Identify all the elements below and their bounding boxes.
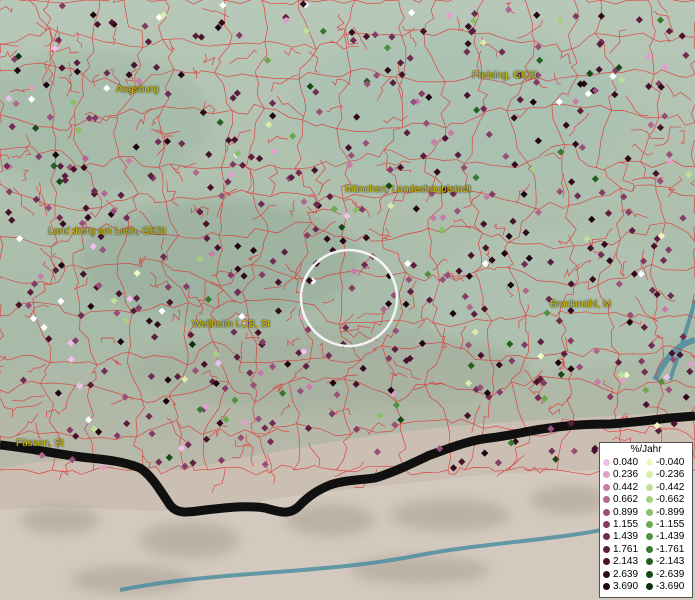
legend-label: 3.690 (613, 581, 639, 592)
legend-entry-positive: 0.899 (603, 507, 638, 519)
legend-entry-positive: 0.236 (603, 469, 638, 481)
legend-swatch (603, 508, 610, 516)
legend-entry-negative: -2.143 (646, 556, 684, 568)
legend-entry-positive: 3.690 (603, 581, 638, 593)
legend-entry-negative: -0.899 (646, 507, 684, 519)
city-label-freising: Freising, GKSt (472, 70, 538, 81)
legend-label: -0.662 (656, 494, 685, 506)
legend-label: -1.439 (656, 531, 685, 543)
legend-entry-positive: 1.439 (603, 531, 638, 543)
city-label-fuessen: Füssen, St (16, 438, 64, 449)
legend-entry-positive: 0.442 (603, 482, 638, 494)
legend-label: -0.040 (656, 457, 685, 468)
legend-label: 1.155 (613, 519, 639, 530)
legend-entry-negative: -0.662 (646, 494, 684, 506)
legend-entry-positive: 1.155 (603, 519, 638, 531)
legend-label: -0.236 (656, 469, 685, 481)
legend-swatch (646, 583, 653, 590)
legend-label: 2.639 (613, 568, 639, 580)
legend-entry-negative: -0.040 (646, 457, 684, 469)
legend-label: 0.442 (613, 481, 639, 493)
legend-label: 1.761 (613, 543, 639, 555)
legend-swatch (603, 483, 610, 491)
legend-label: 0.662 (613, 494, 639, 506)
legend-swatch (603, 583, 610, 590)
legend-label: 0.236 (613, 469, 639, 481)
legend-swatch (603, 471, 610, 479)
legend-swatch (646, 558, 653, 566)
legend-swatch (646, 496, 653, 504)
legend-label: -1.155 (656, 519, 685, 530)
legend-swatch (646, 483, 653, 491)
legend-title: %/Jahr (630, 444, 662, 455)
legend-swatch (646, 521, 653, 528)
legend-label: -0.442 (656, 481, 685, 493)
legend-entry-negative: -3.690 (646, 581, 684, 593)
legend-label: 0.040 (613, 457, 639, 468)
legend-swatch (646, 508, 653, 516)
legend-swatch (603, 521, 610, 528)
city-label-landsberg: Landsberg am Lech, GKSt (48, 226, 166, 237)
legend-label: -1.761 (656, 543, 685, 555)
legend-swatch (603, 459, 610, 466)
legend-swatch (603, 496, 610, 504)
city-label-weilheim: Weilheim i.OB, St (192, 319, 271, 330)
legend-entry-negative: -1.155 (646, 519, 684, 531)
legend-swatch (646, 471, 653, 479)
legend-label: -2.639 (656, 568, 685, 580)
legend-swatch (603, 545, 610, 553)
legend-swatch (646, 545, 653, 553)
legend-swatch (603, 558, 610, 566)
legend-label: -3.690 (656, 581, 685, 592)
legend-swatch (603, 533, 610, 541)
city-label-bruckmuehl: Bruckmühl, M (550, 299, 612, 310)
legend-swatch (603, 570, 610, 578)
legend-swatch (646, 570, 653, 578)
legend-entry-negative: -1.439 (646, 531, 684, 543)
legend-label: 0.899 (613, 506, 639, 518)
legend-swatch (646, 533, 653, 541)
legend-label: -2.143 (656, 556, 685, 568)
legend-entry-negative: -1.761 (646, 544, 684, 556)
legend-entry-positive: 2.639 (603, 569, 638, 581)
legend-entry-positive: 0.040 (603, 457, 638, 469)
legend-entry-positive: 0.662 (603, 494, 638, 506)
legend-label: 2.143 (613, 556, 639, 568)
legend-swatch (646, 459, 653, 466)
legend-label: -0.899 (656, 506, 685, 518)
legend-entry-positive: 2.143 (603, 556, 638, 568)
legend: %/Jahr 0.040 -0.040 0.236 -0.236 0.442 -0.442… (599, 442, 693, 598)
legend-entry-positive: 1.761 (603, 544, 638, 556)
city-label-muenchen: München, Landeshauptstadt (345, 184, 472, 195)
legend-entry-negative: -2.639 (646, 569, 684, 581)
legend-entry-negative: -0.442 (646, 482, 684, 494)
city-label-augsburg: Augsburg (116, 84, 159, 95)
legend-label: 1.439 (613, 531, 639, 543)
legend-entry-negative: -0.236 (646, 469, 684, 481)
